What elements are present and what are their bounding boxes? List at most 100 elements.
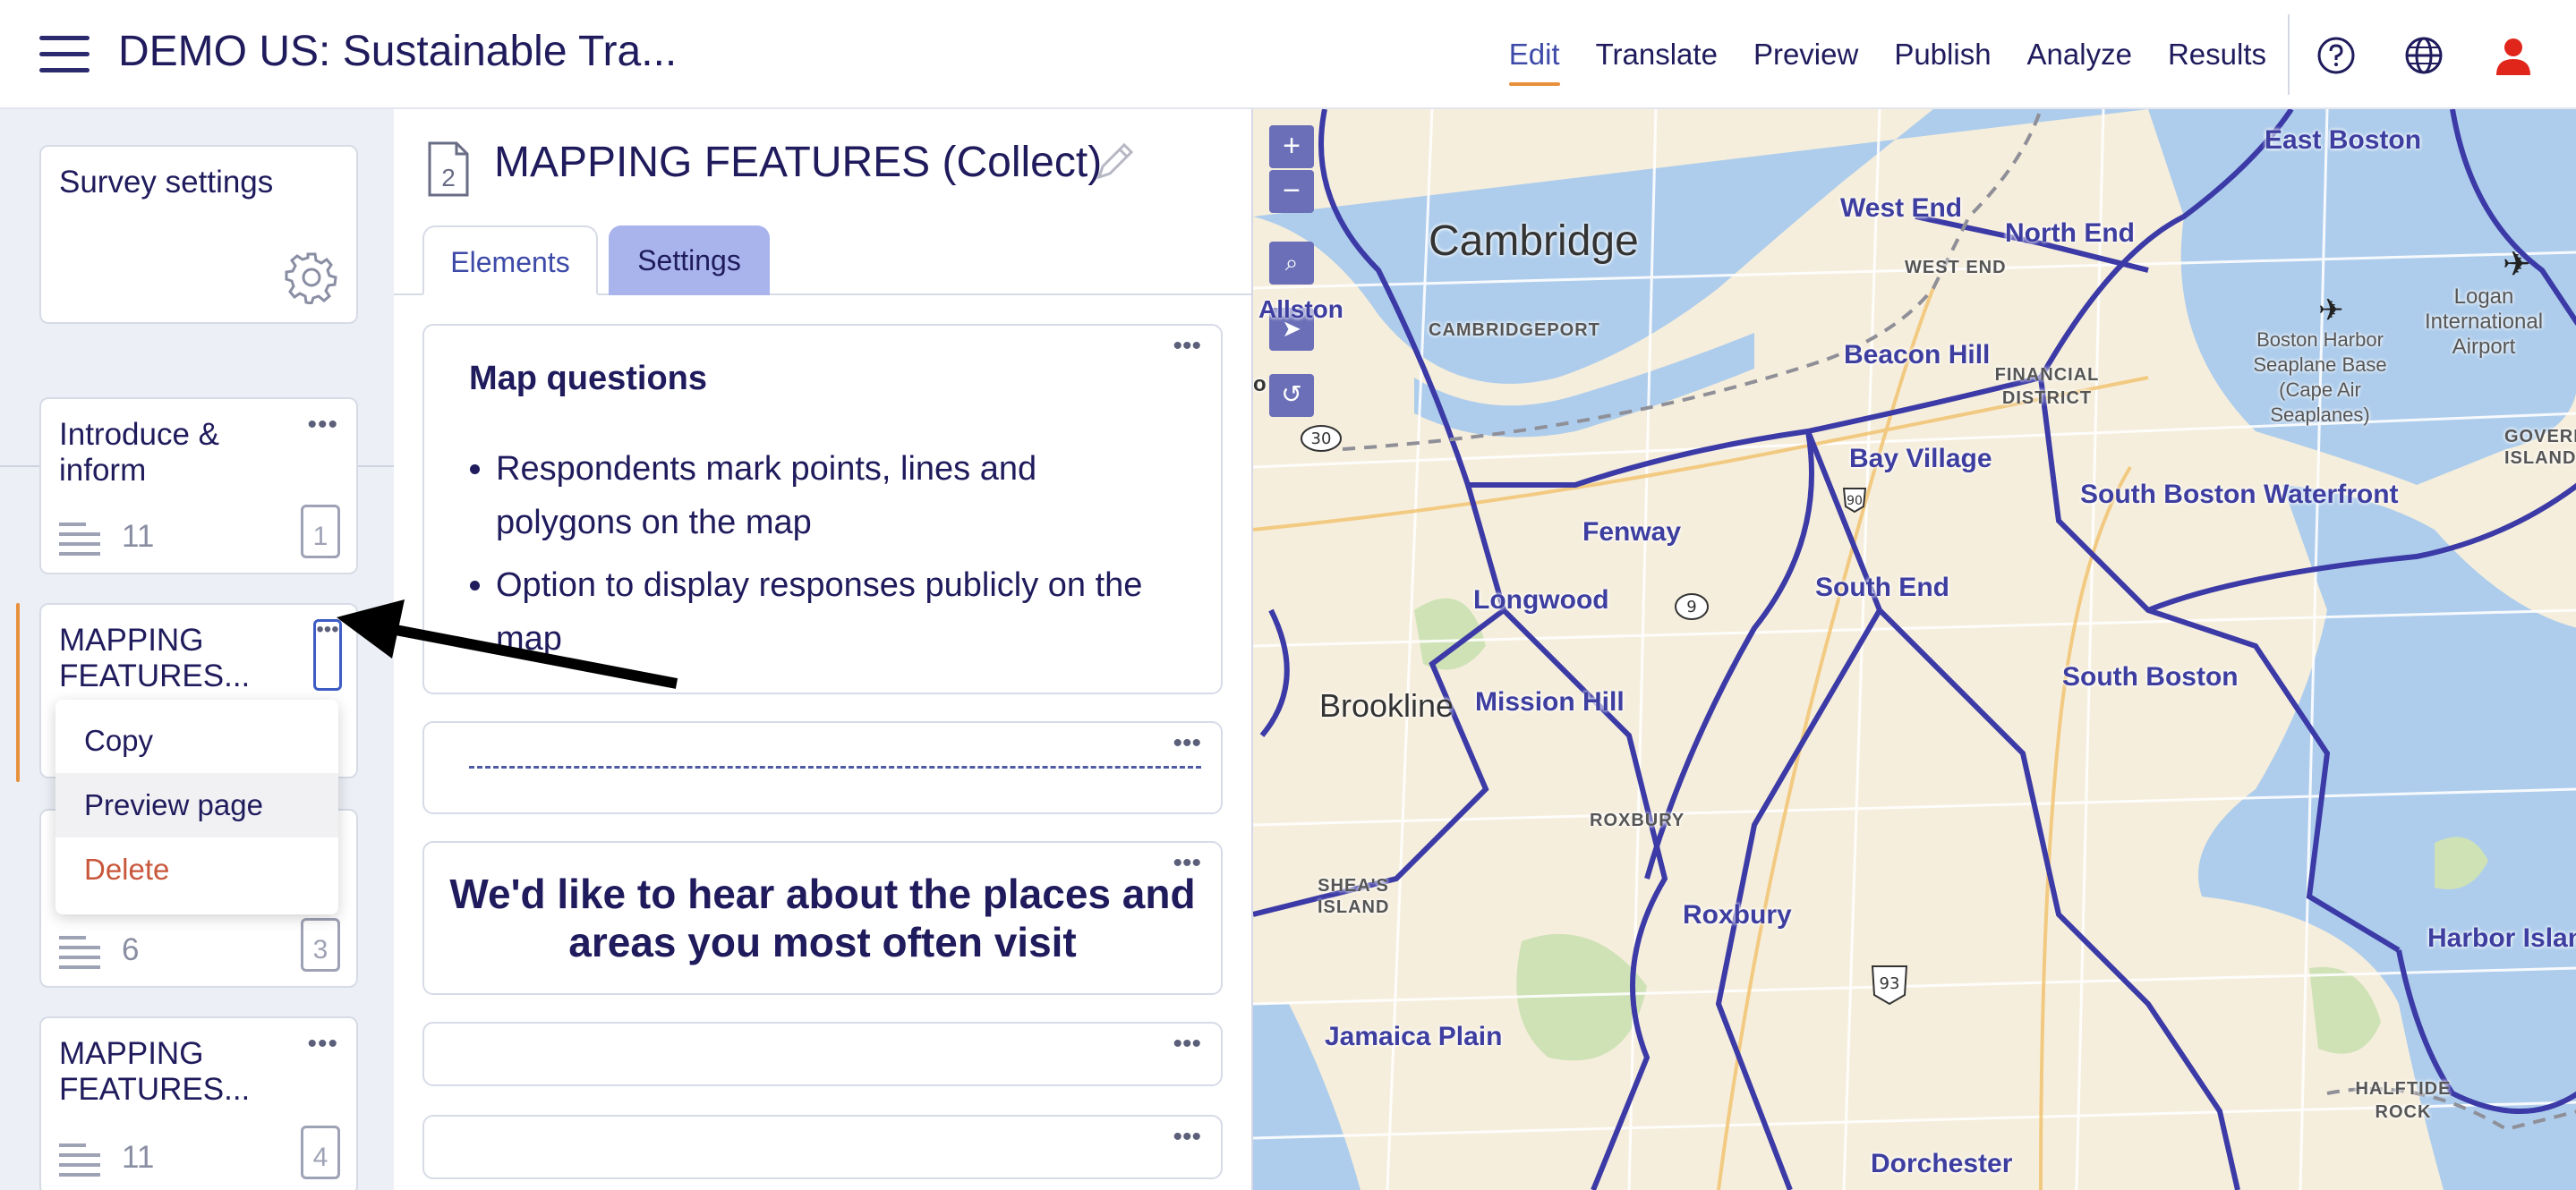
element-heading: Map questions	[469, 360, 708, 397]
elements-list-icon	[59, 1143, 100, 1177]
map-label-bay-village: Bay Village	[1849, 444, 1992, 473]
elements-list-icon	[59, 523, 100, 556]
nav-preview[interactable]: Preview	[1753, 30, 1858, 79]
page-card-title: MAPPING FEATURES...	[59, 1036, 251, 1107]
map-label-o: o	[1253, 372, 1267, 396]
gear-icon[interactable]	[285, 251, 338, 304]
map-label-harbor-islands: Harbor Island	[2427, 923, 2576, 953]
main-nav: Edit Translate Preview Publish Analyze R…	[1508, 0, 2266, 109]
menu-preview-page[interactable]: Preview page	[55, 773, 338, 837]
active-page-marker	[16, 603, 20, 782]
map-label-mission-hill: Mission Hill	[1475, 687, 1625, 717]
nav-edit[interactable]: Edit	[1508, 30, 1560, 86]
map-label-cambridge: Cambridge	[1429, 217, 1639, 265]
page-number-badge: 4	[301, 1126, 340, 1179]
page-editor: 2 MAPPING FEATURES (Collect) Elements Se…	[394, 109, 1251, 1190]
map-label-seaplane-base: Boston Harbor Seaplane Base (Cape Air Se…	[2253, 328, 2387, 426]
page-card-1[interactable]: Introduce & inform ••• 11 1	[39, 397, 358, 574]
map-label-halftide-rock: HALFTIDE ROCK	[2355, 1079, 2452, 1122]
zoom-out-button[interactable]: −	[1269, 170, 1314, 213]
zoom-to-area-icon[interactable]: ⌕	[1269, 242, 1314, 285]
map-label-cambridgeport: CAMBRIDGEPORT	[1429, 320, 1600, 340]
nav-results[interactable]: Results	[2168, 30, 2266, 79]
more-options-button[interactable]: •••	[313, 619, 342, 691]
help-icon[interactable]	[2316, 36, 2356, 75]
nav-publish[interactable]: Publish	[1894, 30, 1991, 79]
element-map-questions[interactable]: ••• Map questions Respondents mark point…	[422, 324, 1223, 694]
tab-settings[interactable]: Settings	[609, 225, 770, 295]
seaplane-airplane-icon: ✈	[2318, 293, 2344, 327]
hamburger-menu-icon[interactable]	[39, 34, 90, 75]
nav-translate[interactable]: Translate	[1596, 30, 1718, 79]
element-more-options-icon[interactable]: •••	[1173, 1124, 1201, 1151]
menu-copy[interactable]: Copy	[55, 709, 338, 773]
map-label-north-end: North End	[2005, 218, 2135, 248]
more-options-icon[interactable]: •••	[307, 412, 338, 438]
page-number-badge: 3	[301, 918, 340, 972]
edit-title-pencil-icon[interactable]	[1092, 140, 1137, 184]
zoom-in-button[interactable]: +	[1269, 125, 1314, 168]
element-more-options-icon[interactable]: •••	[1173, 730, 1201, 757]
map-label-south-boston: South Boston	[2062, 662, 2239, 692]
element-count: 11	[122, 519, 155, 554]
page-card-title: Introduce & inform	[59, 417, 219, 488]
map-label-governors-island: GOVERNORS ISLAND	[2504, 427, 2576, 468]
element-bullet-list: Respondents mark points, lines and polyg…	[496, 442, 1176, 675]
map-label-financial-district: FINANCIAL DISTRICT	[1994, 365, 2100, 408]
page-number-badge: 1	[301, 505, 340, 558]
dashed-divider-line	[469, 766, 1201, 769]
element-empty-2[interactable]: •••	[422, 1115, 1223, 1179]
map-label-dorchester: Dorchester	[1871, 1149, 2013, 1178]
element-big-heading: We'd like to hear about the places and a…	[449, 871, 1196, 965]
element-more-options-icon[interactable]: •••	[1173, 333, 1201, 360]
element-more-options-icon[interactable]: •••	[1173, 1031, 1201, 1058]
survey-settings-card[interactable]: Survey settings	[39, 145, 358, 324]
page-sidebar: Survey settings Introduce & inform ••• 1…	[0, 109, 394, 1190]
menu-delete[interactable]: Delete	[55, 837, 338, 902]
globe-icon[interactable]	[2404, 36, 2444, 75]
element-count: 6	[122, 932, 140, 967]
list-item: Option to display responses publicly on …	[496, 558, 1176, 666]
map-label-brookline: Brookline	[1319, 687, 1454, 724]
page-title: MAPPING FEATURES (Collect)	[494, 139, 1103, 186]
page-icon-number: 2	[441, 164, 456, 191]
map-label-sheas-island: SHEA'S ISLAND	[1318, 876, 1390, 917]
map-label-roxbury-small: ROXBURY	[1590, 811, 1685, 830]
element-more-options-icon[interactable]: •••	[1173, 850, 1201, 877]
map-label-longwood: Longwood	[1473, 585, 1609, 615]
page-icon: 2	[428, 141, 469, 197]
map-label-south-end: South End	[1815, 573, 1949, 602]
survey-settings-label: Survey settings	[59, 165, 274, 200]
map-label-south-boston-waterfront: South Boston Waterfront	[2080, 480, 2399, 509]
map-label-west-end-small: WEST END	[1905, 258, 2007, 277]
route-9-label: 9	[1686, 598, 1696, 616]
map-label-beacon-hill: Beacon Hill	[1844, 340, 1991, 370]
user-icon[interactable]	[2494, 36, 2533, 75]
airport-airplane-icon: ✈	[2503, 246, 2531, 284]
element-count: 11	[122, 1140, 155, 1175]
more-options-icon[interactable]: •••	[307, 1031, 338, 1058]
reset-view-icon[interactable]: ↺	[1269, 374, 1314, 417]
element-text-heading[interactable]: ••• We'd like to hear about the places a…	[422, 841, 1223, 995]
map-label-jamaica-plain: Jamaica Plain	[1325, 1022, 1503, 1051]
element-empty-1[interactable]: •••	[422, 1022, 1223, 1086]
nav-divider	[2288, 14, 2290, 95]
map-label-east-boston: East Boston	[2265, 125, 2422, 155]
route-93-label: 93	[1880, 974, 1900, 993]
top-bar: DEMO US: Sustainable Tra... Edit Transla…	[0, 0, 2576, 109]
element-divider[interactable]: •••	[422, 721, 1223, 814]
tab-elements[interactable]: Elements	[422, 225, 598, 295]
map-view[interactable]: 30 9 93 90 ✈ ✈ + − ⌕ ➤ ↺ Cambridge CAMBR…	[1251, 109, 2576, 1190]
map-label-roxbury: Roxbury	[1683, 900, 1792, 930]
map-label-fenway: Fenway	[1582, 517, 1682, 547]
elements-list-icon	[59, 936, 100, 969]
survey-title: DEMO US: Sustainable Tra...	[118, 28, 678, 75]
nav-analyze[interactable]: Analyze	[2027, 30, 2132, 79]
page-card-4[interactable]: MAPPING FEATURES... ••• 11 4	[39, 1016, 358, 1190]
map-label-logan-airport: Logan International Airport	[2424, 285, 2544, 359]
page-context-menu: Copy Preview page Delete	[55, 700, 338, 914]
list-item: Respondents mark points, lines and polyg…	[496, 442, 1176, 549]
page-card-title: MAPPING FEATURES...	[59, 623, 251, 693]
map-label-allston: Allston	[1258, 295, 1343, 323]
route-90-label: 90	[1847, 494, 1863, 508]
